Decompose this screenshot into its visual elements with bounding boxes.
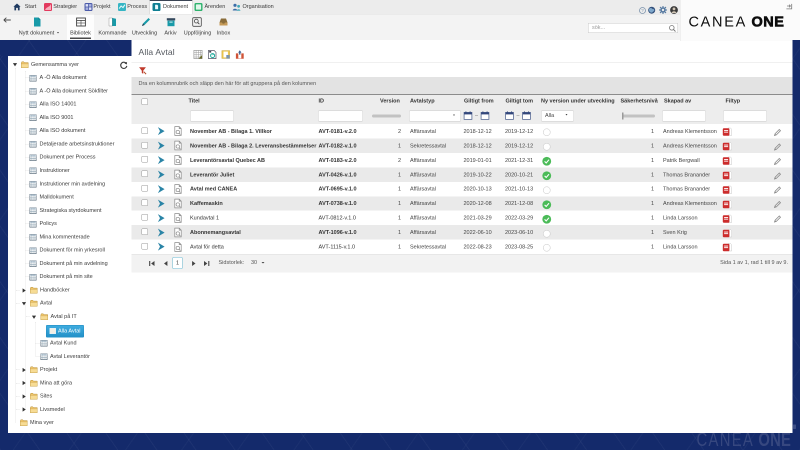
svg-text:?: ?: [641, 8, 644, 14]
